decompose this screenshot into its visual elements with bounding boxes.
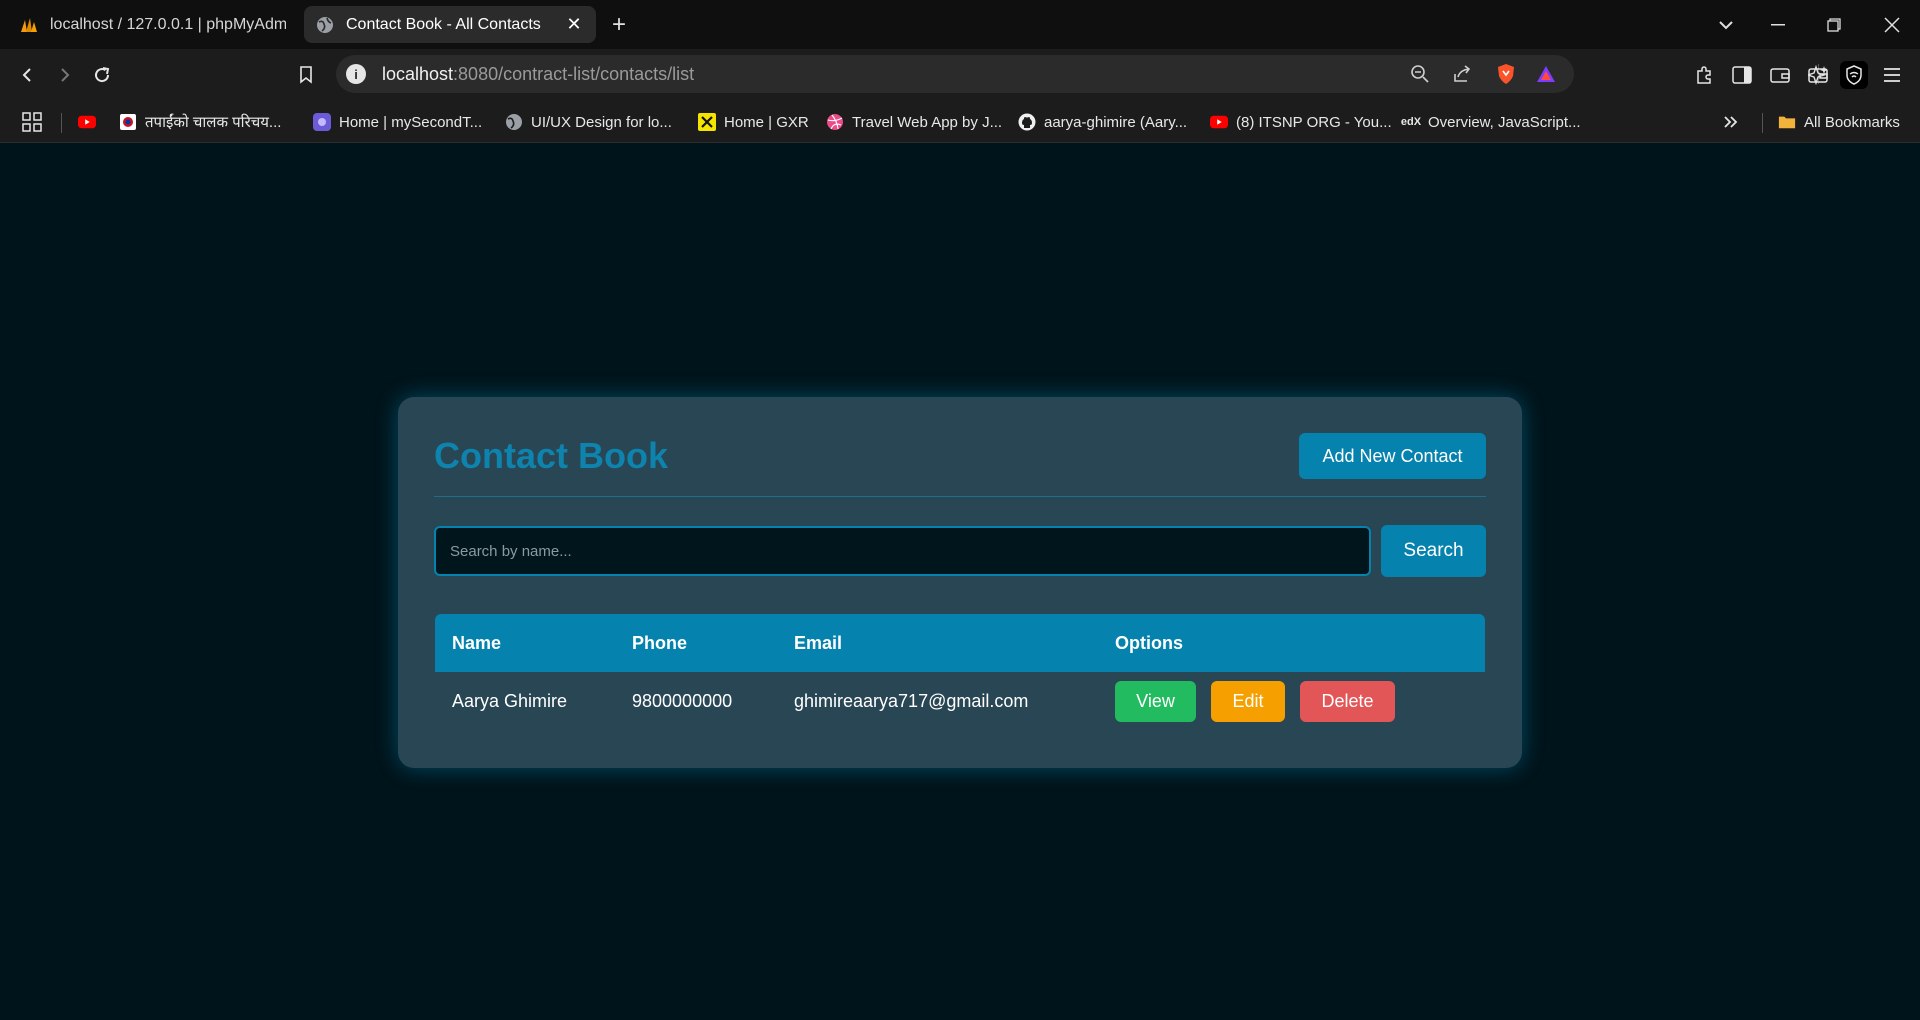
bookmark-label: Home | mySecondT...: [339, 113, 483, 131]
bookmark-edx[interactable]: edX Overview, JavaScript...: [1400, 111, 1581, 133]
bookmark-label: (8) ITSNP ORG - You...: [1236, 113, 1392, 131]
all-bookmarks-folder[interactable]: All Bookmarks: [1778, 111, 1900, 133]
view-button[interactable]: View: [1115, 681, 1196, 722]
bookmark-uiux[interactable]: UI/UX Design for lo...: [505, 111, 672, 133]
delete-button[interactable]: Delete: [1300, 681, 1395, 722]
edit-button[interactable]: Edit: [1211, 681, 1285, 722]
zoom-out-icon[interactable]: [1408, 62, 1432, 86]
add-new-contact-button[interactable]: Add New Contact: [1299, 433, 1486, 479]
nepal-emblem-icon: [119, 113, 137, 131]
back-icon[interactable]: [13, 61, 41, 89]
contact-phone: 9800000000: [632, 691, 733, 711]
tab-title: Contact Book - All Contacts: [346, 15, 541, 33]
site-icon: [313, 113, 331, 131]
bookmark-travel-app[interactable]: Travel Web App by J...: [826, 111, 1002, 133]
bookmark-label: Home | GXR: [724, 113, 809, 131]
phpmyadmin-icon: [20, 16, 38, 34]
bookmark-icon[interactable]: [292, 61, 320, 89]
gxr-icon: [698, 113, 716, 131]
tab-contact-book[interactable]: Contact Book - All Contacts ✕: [304, 6, 596, 43]
browser-toolbar: i localhost:8080/contract-list/contacts/…: [0, 49, 1920, 101]
minimize-icon[interactable]: [1750, 0, 1806, 49]
youtube-icon: [78, 113, 96, 131]
vpn-shield-icon[interactable]: [1840, 61, 1868, 89]
brave-rewards-icon[interactable]: [1534, 62, 1558, 86]
dribbble-icon: [826, 113, 844, 131]
new-tab-button[interactable]: +: [606, 12, 632, 38]
globe-icon: [505, 113, 523, 131]
bookmark-driving-license[interactable]: तपाईंको चालक परिचय...: [119, 111, 281, 133]
close-tab-icon[interactable]: ✕: [564, 14, 584, 35]
site-info-icon[interactable]: i: [346, 64, 366, 84]
search-input[interactable]: [434, 526, 1371, 576]
folder-icon: [1778, 113, 1796, 131]
apps-icon[interactable]: [22, 111, 42, 133]
contact-book-card: Contact Book Add New Contact Search Name…: [398, 397, 1522, 768]
close-window-icon[interactable]: [1864, 0, 1920, 49]
url-text[interactable]: localhost:8080/contract-list/contacts/li…: [382, 64, 694, 85]
column-header-name: Name: [452, 633, 502, 653]
brave-shields-icon[interactable]: [1494, 62, 1518, 86]
all-bookmarks-label: All Bookmarks: [1804, 113, 1900, 131]
extensions-icon[interactable]: [1690, 61, 1718, 89]
more-bookmarks-icon[interactable]: [1723, 111, 1739, 133]
bookmark-label: तपाईंको चालक परिचय...: [145, 114, 282, 131]
bookmark-label: Travel Web App by J...: [852, 113, 1003, 131]
globe-icon: [316, 16, 334, 34]
youtube-icon: [1210, 113, 1228, 131]
column-header-phone: Phone: [632, 633, 688, 653]
contact-name: Aarya Ghimire: [452, 691, 568, 711]
tab-strip: localhost / 127.0.0.1 | phpMyAdmin Conta…: [0, 0, 1920, 49]
forward-icon[interactable]: [51, 61, 79, 89]
menu-icon[interactable]: [1878, 61, 1906, 89]
tab-phpmyadmin[interactable]: localhost / 127.0.0.1 | phpMyAdmin: [8, 6, 298, 43]
page-title: Contact Book: [434, 435, 668, 476]
leo-ai-icon[interactable]: [1804, 61, 1832, 89]
share-icon[interactable]: [1450, 62, 1474, 86]
table-row: Aarya Ghimire 9800000000 ghimireaarya717…: [435, 672, 1485, 730]
bookmark-separator: [61, 113, 62, 133]
bookmark-separator: [1762, 113, 1763, 133]
header-divider: [434, 496, 1486, 497]
wallet-icon-2[interactable]: [1766, 61, 1794, 89]
contact-email: ghimireaarya717@gmail.com: [794, 691, 1029, 711]
bookmarks-bar: तपाईंको चालक परिचय... Home | mySecondT..…: [0, 101, 1920, 143]
contacts-table: Name Phone Email Options Aarya Ghimire 9…: [435, 614, 1485, 730]
bookmark-label: UI/UX Design for lo...: [531, 113, 672, 131]
bookmark-github[interactable]: aarya-ghimire (Aary...: [1018, 111, 1187, 133]
reload-icon[interactable]: [88, 61, 116, 89]
bookmark-youtube[interactable]: [78, 111, 104, 133]
bookmark-itsnp[interactable]: (8) ITSNP ORG - You...: [1210, 111, 1392, 133]
column-header-options: Options: [1115, 633, 1183, 653]
search-button[interactable]: Search: [1381, 525, 1486, 577]
bookmark-gxr[interactable]: Home | GXR: [698, 111, 809, 133]
bookmark-label: aarya-ghimire (Aary...: [1044, 113, 1188, 131]
sidebar-icon[interactable]: [1728, 61, 1756, 89]
bookmark-label: Overview, JavaScript...: [1428, 113, 1581, 131]
table-header: Name Phone Email Options: [435, 614, 1485, 672]
tab-search-icon[interactable]: [1698, 0, 1754, 49]
column-header-email: Email: [794, 633, 843, 653]
tab-title: localhost / 127.0.0.1 | phpMyAdmin: [50, 15, 286, 33]
github-icon: [1018, 113, 1036, 131]
bookmark-mysecond[interactable]: Home | mySecondT...: [313, 111, 482, 133]
address-bar[interactable]: i localhost:8080/contract-list/contacts/…: [336, 55, 1819, 93]
restore-icon[interactable]: [1806, 0, 1862, 49]
edx-icon: edX: [1400, 116, 1422, 128]
